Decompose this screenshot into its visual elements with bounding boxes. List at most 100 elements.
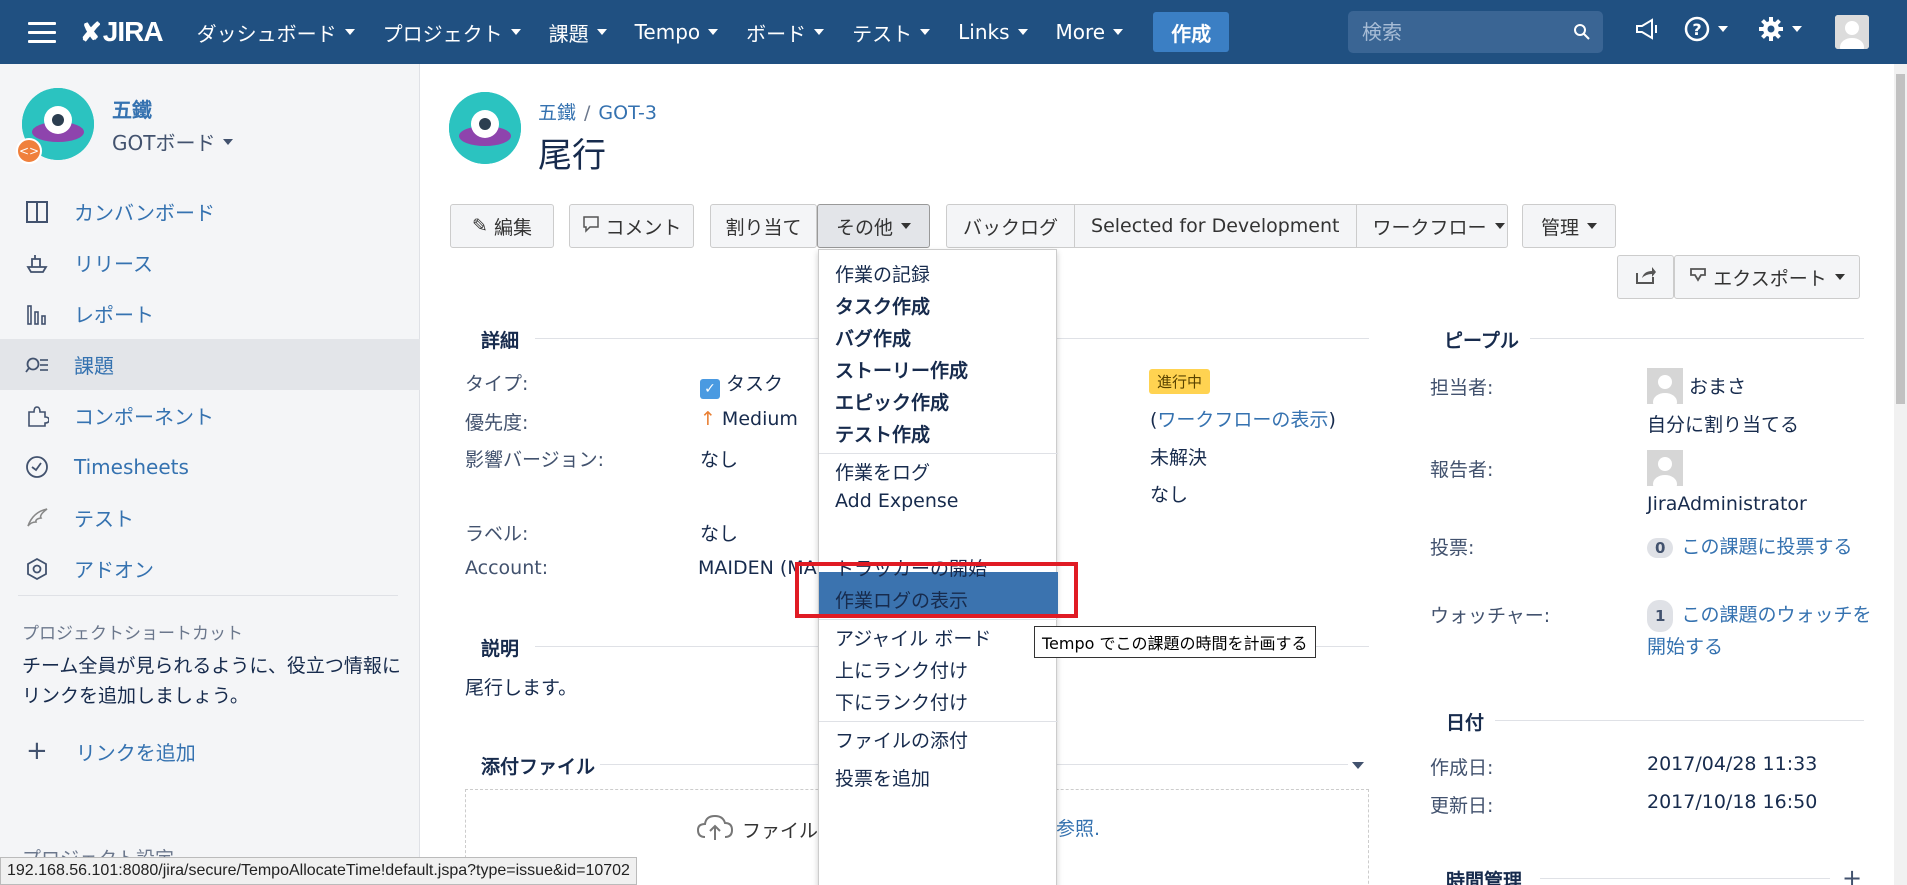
menu-item-rank-bottom[interactable]: 下にランク付け [835,688,968,715]
nav-links[interactable]: Links [944,0,1041,64]
more-actions-button[interactable]: その他 [817,204,930,248]
megaphone-icon[interactable] [1634,16,1660,42]
jira-logo[interactable]: ✘ JIRA [80,16,164,48]
jira-logo-icon: ✘ [80,16,102,47]
sidebar-item-tests[interactable]: テスト [0,492,420,543]
sidebar-item-issues[interactable]: 課題 [0,339,420,390]
menu-item-attach-files[interactable]: ファイルの添付 [835,726,968,753]
menu-icon[interactable] [28,21,68,43]
vote-link[interactable]: この課題に投票する [1681,536,1852,558]
menu-item-log-work[interactable]: 作業の記録 [835,260,930,287]
sidebar-item-timesheets[interactable]: Timesheets [0,441,420,492]
priority-label: 優先度: [465,412,529,434]
arrow-up-icon: ↑ [700,408,716,430]
comment-button[interactable]: コメント [569,204,694,248]
hexagon-icon [24,556,50,582]
labels-value: なし [700,523,739,545]
browser-status-bar: 192.168.56.101:8080/jira/secure/TempoAll… [0,857,637,885]
type-value: ✓ タスク [700,369,783,399]
nav-tempo[interactable]: Tempo [621,0,733,64]
menu-item-create-story[interactable]: ストーリー作成 [835,356,968,383]
edit-button[interactable]: ✎ 編集 [450,204,554,248]
menu-item-agile-board[interactable]: アジャイル ボード [835,624,991,651]
breadcrumb-project[interactable]: 五鐵 [538,102,576,124]
menu-item-add-vote[interactable]: 投票を追加 [835,764,930,791]
user-avatar[interactable] [1835,15,1869,49]
sidebar-item-addons[interactable]: アドオン [0,543,420,594]
nav-tests[interactable]: テスト [838,0,944,64]
dates-divider [1495,720,1864,721]
sidebar-nav: カンバンボード リリース レポート 課題 コンポーネント Timesheets … [0,186,420,594]
watch-link[interactable]: この課題のウォッチを開始する [1647,604,1871,658]
page-scrollbar[interactable] [1894,64,1907,885]
ship-icon [24,250,50,276]
wing-icon [24,505,50,531]
priority-value: ↑ Medium [700,408,798,430]
assign-to-me-link[interactable]: 自分に割り当てる [1647,410,1799,437]
search-box[interactable] [1348,11,1603,53]
issue-search-icon [24,352,50,378]
sidebar-item-releases[interactable]: リリース [0,237,420,288]
share-button[interactable] [1617,255,1674,299]
nav-more[interactable]: More [1042,0,1138,64]
sidebar-item-kanban[interactable]: カンバンボード [0,186,420,237]
menu-item-create-epic[interactable]: エピック作成 [835,388,949,415]
votes-value: 0 この課題に投票する [1647,532,1852,559]
export-button[interactable]: エクスポート [1674,255,1860,299]
chevron-down-icon [510,29,521,35]
reporter-avatar [1647,450,1683,493]
menu-item-create-bug[interactable]: バグ作成 [835,324,911,351]
download-icon [1689,266,1707,289]
menu-item-rank-top[interactable]: 上にランク付け [835,656,968,683]
add-link-button[interactable]: + リンクを追加 [26,736,196,766]
search-input[interactable] [1362,20,1562,44]
board-selector[interactable]: GOTボード [112,127,234,156]
assign-button[interactable]: 割り当て [710,204,817,248]
breadcrumb-issue-key[interactable]: GOT-3 [598,102,656,124]
chevron-down-icon [1834,274,1845,280]
workflow-view-link[interactable]: (ワークフローの表示) [1150,405,1336,432]
browse-link[interactable]: 参照. [1056,814,1100,841]
admin-button[interactable]: 管理 [1522,204,1616,248]
tooltip: Tempo でこの課題の時間を計画する [1034,626,1316,658]
selected-for-development-button[interactable]: Selected for Development [1074,204,1355,248]
resolution-value: 未解決 [1150,447,1208,469]
menu-item-log-work-tempo[interactable]: 作業をログ [835,458,930,485]
reporter-value[interactable]: JiraAdministrator [1647,493,1807,515]
chevron-down-icon [1792,26,1802,32]
project-avatar[interactable]: <> [16,88,94,164]
create-button[interactable]: 作成 [1153,12,1230,52]
puzzle-icon [24,403,50,429]
sidebar-item-reports[interactable]: レポート [0,288,420,339]
type-label: タイプ: [465,373,529,395]
project-name[interactable]: 五鐵 [112,94,152,123]
menu-item-create-test[interactable]: テスト作成 [835,420,930,447]
nav-dashboard[interactable]: ダッシュボード [183,0,369,64]
scrollbar-thumb[interactable] [1896,74,1905,404]
sidebar-item-components[interactable]: コンポーネント [0,390,420,441]
chevron-down-icon [344,29,355,35]
collapse-attachments-icon[interactable] [1352,762,1364,769]
cloud-upload-icon [696,812,734,847]
description-text[interactable]: 尾行します。 [465,673,577,700]
updated-value: 2017/10/18 16:50 [1647,791,1818,813]
nav-boards[interactable]: ボード [732,0,838,64]
nav-issues[interactable]: 課題 [535,0,621,64]
help-icon[interactable]: ? [1684,16,1728,42]
plus-icon[interactable]: + [1842,864,1862,885]
backlog-button[interactable]: バックログ [947,204,1074,248]
comment-icon [582,215,600,238]
watchers-value: 1 この課題のウォッチを開始する [1647,600,1872,662]
menu-item-create-task[interactable]: タスク作成 [835,292,930,319]
assignee-value[interactable]: おまさ [1689,372,1746,399]
time-tracking-divider [1540,878,1830,879]
menu-item-plan-time[interactable]: 時間の計画 [835,522,930,549]
task-checkbox-icon: ✓ [700,379,720,399]
account-label: Account: [465,557,549,579]
gear-icon[interactable] [1758,16,1802,42]
issue-title[interactable]: 尾行 [538,128,606,177]
nav-projects[interactable]: プロジェクト [369,0,535,64]
menu-item-add-expense[interactable]: Add Expense [835,490,958,512]
affects-version-value: なし [700,449,739,471]
workflow-dropdown[interactable]: ワークフロー [1355,204,1521,248]
